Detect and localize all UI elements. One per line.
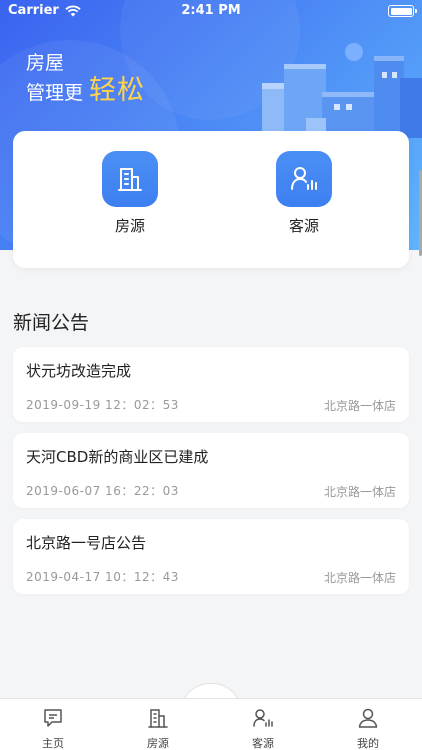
news-item[interactable]: 状元坊改造完成 2019-09-19 12：02：53 北京路一体店 xyxy=(13,347,409,422)
tab-label: 房源 xyxy=(147,737,169,750)
quick-action-listings[interactable]: 房源 xyxy=(70,151,190,236)
user-icon xyxy=(358,708,378,728)
tab-customers[interactable]: 客源 xyxy=(223,707,303,750)
news-time: 2019-09-19 12：02：53 xyxy=(26,398,179,412)
quick-action-customers[interactable]: 客源 xyxy=(244,151,364,236)
tab-label: 我的 xyxy=(357,737,379,750)
quick-action-label: 客源 xyxy=(288,217,319,235)
quick-action-label: 房源 xyxy=(114,217,145,235)
tab-listings[interactable]: 房源 xyxy=(118,707,198,750)
news-time: 2019-04-17 10：12：43 xyxy=(26,570,179,584)
tab-label: 客源 xyxy=(252,737,274,750)
slogan-line2: 管理更 xyxy=(26,82,84,104)
tab-home[interactable]: 主页 xyxy=(13,707,93,750)
news-store: 北京路一体店 xyxy=(323,399,396,413)
status-time: 2:41 PM xyxy=(181,3,241,18)
building-icon xyxy=(102,151,158,207)
tab-label: 主页 xyxy=(42,737,64,750)
tab-bar: 主页 房源 客源 我的 xyxy=(0,698,422,750)
building-icon xyxy=(148,709,168,728)
news-title: 天河CBD新的商业区已建成 xyxy=(26,448,209,466)
news-store: 北京路一体店 xyxy=(323,485,396,499)
news-section-title: 新闻公告 xyxy=(13,312,90,334)
customer-chart-icon xyxy=(253,709,273,727)
message-icon xyxy=(44,709,62,727)
status-bar: Carrier 2:41 PM xyxy=(0,0,422,22)
tab-profile[interactable]: 我的 xyxy=(328,707,408,750)
news-title: 状元坊改造完成 xyxy=(26,362,132,380)
customer-chart-icon xyxy=(276,151,332,207)
slogan-line1: 房屋 xyxy=(26,52,65,74)
news-time: 2019-06-07 16：22：03 xyxy=(26,484,179,498)
city-buildings-illustration xyxy=(262,43,422,138)
news-store: 北京路一体店 xyxy=(323,571,396,585)
quick-actions-card: 房源 客源 xyxy=(13,131,409,268)
banner-slogan: 房屋 管理更 轻松 xyxy=(26,50,145,107)
slogan-accent: 轻松 xyxy=(89,75,146,106)
news-title: 北京路一号店公告 xyxy=(26,534,147,552)
news-item[interactable]: 北京路一号店公告 2019-04-17 10：12：43 北京路一体店 xyxy=(13,519,409,594)
news-item[interactable]: 天河CBD新的商业区已建成 2019-06-07 16：22：03 北京路一体店 xyxy=(13,433,409,508)
battery-icon xyxy=(388,5,417,17)
